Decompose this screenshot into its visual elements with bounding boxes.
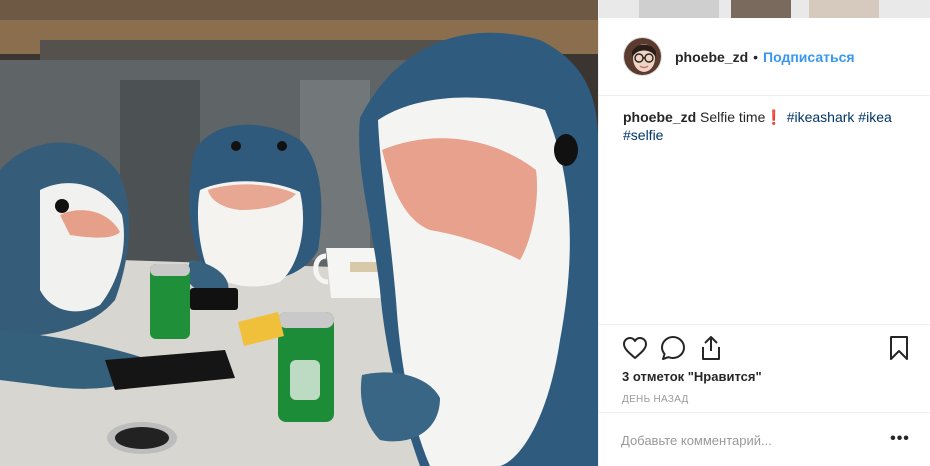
comment-icon [661,336,685,360]
preview-thumb [639,0,719,18]
hashtag-link[interactable]: #ikeashark [787,109,855,125]
caption-text: Selfie time❗ [696,109,787,125]
comment-button[interactable] [659,334,687,362]
avatar[interactable] [623,37,662,76]
caption-username[interactable]: phoebe_zd [623,109,696,125]
likes-count[interactable]: 3 отметок "Нравится" [622,369,762,384]
bookmark-icon [890,336,908,360]
post-sidebar: phoebe_zd • Подписаться phoebe_zd Selfie… [598,0,930,466]
preview-thumb [731,0,791,18]
photo-illustration [0,0,598,466]
comment-bar: ••• [599,412,930,466]
post-timestamp[interactable]: ДЕНЬ НАЗАД [622,394,689,405]
save-button[interactable] [885,334,913,362]
actions-divider [599,324,930,325]
post-caption: phoebe_zd Selfie time❗ #ikeashark #ikea … [623,108,913,144]
post-photo[interactable] [0,0,598,466]
hashtag-link[interactable]: #selfie [623,127,663,143]
share-icon [702,336,720,360]
avatar-image [624,38,661,75]
top-preview-strip [599,0,930,18]
share-button[interactable] [697,334,725,362]
hashtag-link[interactable]: #ikea [858,109,891,125]
preview-thumb [809,0,879,18]
more-options-icon[interactable]: ••• [889,430,911,447]
header-separator: • [753,48,759,65]
like-button[interactable] [621,334,649,362]
follow-button[interactable]: Подписаться [763,49,855,65]
post-username[interactable]: phoebe_zd [675,49,748,65]
post-header: phoebe_zd • Подписаться [599,18,930,96]
heart-icon [623,337,647,359]
comment-input[interactable] [621,413,871,466]
post-actions [621,334,913,362]
